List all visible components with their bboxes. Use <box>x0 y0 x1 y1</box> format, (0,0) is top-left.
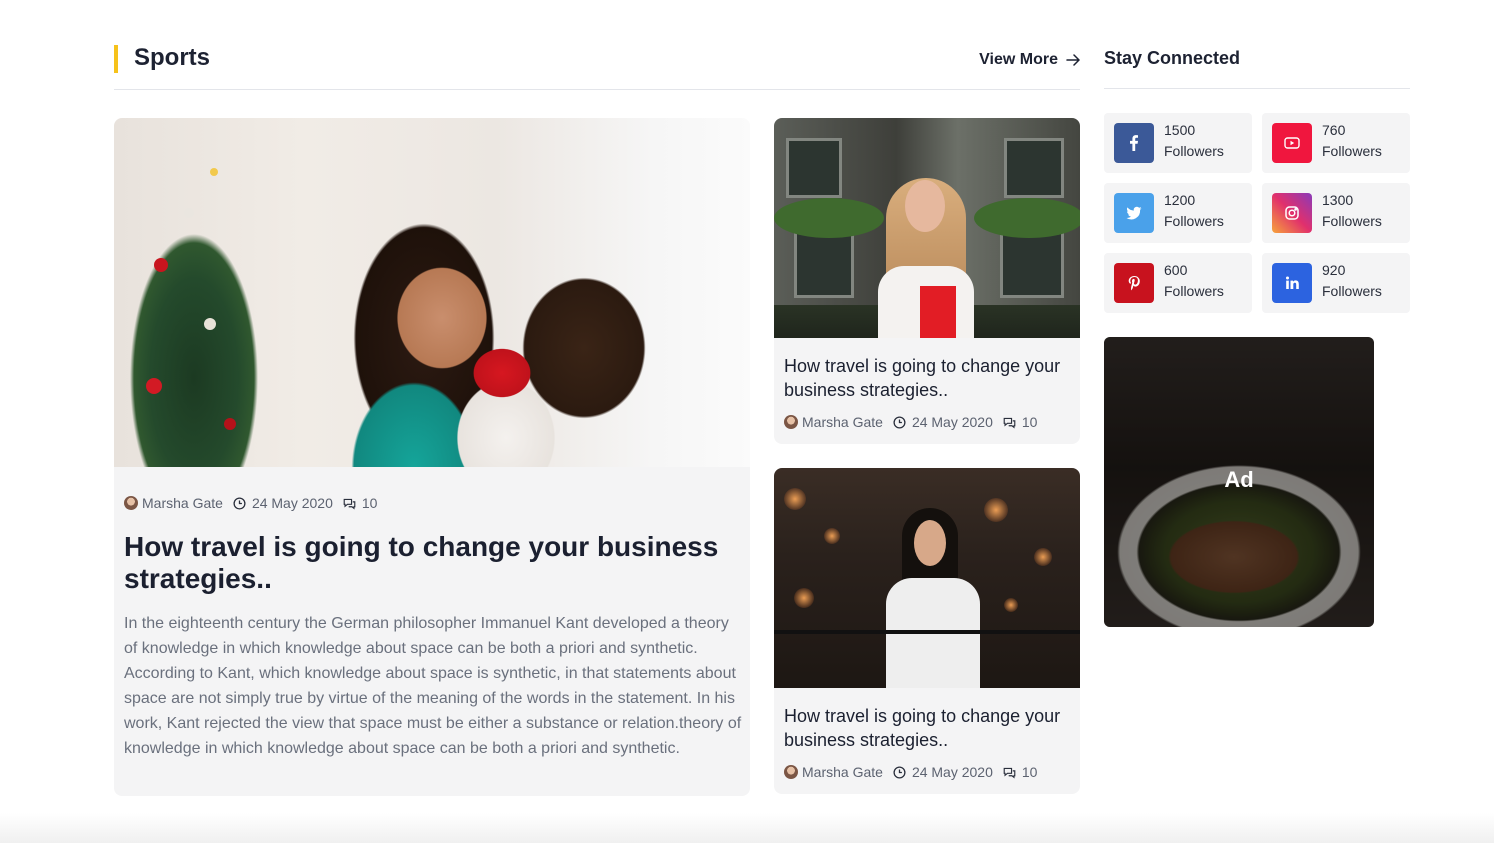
social-count: 920 <box>1322 262 1346 278</box>
comment-count: 10 <box>1021 764 1038 780</box>
view-more-link[interactable]: View More <box>979 51 1080 69</box>
social-count: 600 <box>1164 262 1188 278</box>
date: 24 May 2020 <box>893 764 993 780</box>
author-name: Marsha Gate <box>802 764 883 780</box>
side-article-1-image[interactable] <box>774 118 1080 338</box>
side-article-1-card[interactable]: How travel is going to change your busin… <box>774 338 1080 444</box>
section-title: Sports <box>134 44 211 71</box>
tree-ornament <box>204 318 216 330</box>
side-article-meta: Marsha Gate 24 May 2020 10 <box>784 764 1047 780</box>
main-article-title[interactable]: How travel is going to change your busin… <box>124 531 744 595</box>
social-count: 760 <box>1322 122 1346 138</box>
date-text: 24 May 2020 <box>911 764 993 780</box>
twitter-icon <box>1114 193 1154 233</box>
side-article-title[interactable]: How travel is going to change your busin… <box>784 354 1074 402</box>
main-article-meta: Marsha Gate 24 May 2020 10 <box>124 495 387 511</box>
social-youtube[interactable]: 760 Followers <box>1262 113 1410 173</box>
bokeh-light <box>1004 598 1018 612</box>
comment-count: 10 <box>1021 414 1038 430</box>
comment-icon <box>1003 767 1016 779</box>
main-article-image[interactable] <box>114 118 750 467</box>
date: 24 May 2020 <box>893 414 993 430</box>
instagram-icon <box>1272 193 1312 233</box>
social-count: 1500 <box>1164 122 1196 138</box>
clock-icon <box>233 496 246 510</box>
building-window <box>786 138 842 198</box>
comment-icon <box>343 498 356 510</box>
plants <box>974 198 1080 238</box>
building-window <box>794 228 854 298</box>
date-text: 24 May 2020 <box>911 414 993 430</box>
sidebar-header: Stay Connected <box>1104 40 1410 89</box>
bokeh-light <box>784 488 806 510</box>
social-label: Followers <box>1322 283 1382 299</box>
main-article-card[interactable]: Marsha Gate 24 May 2020 10 How travel is… <box>114 467 750 796</box>
section-accent-bar <box>114 45 118 73</box>
bokeh-light <box>794 588 814 608</box>
social-label: Followers <box>1322 143 1382 159</box>
tree-ornament <box>146 378 162 394</box>
social-label: Followers <box>1164 213 1224 229</box>
social-pinterest[interactable]: 600 Followers <box>1104 253 1252 313</box>
main-article-excerpt: In the eighteenth century the German phi… <box>124 615 742 757</box>
social-label: Followers <box>1322 213 1382 229</box>
facebook-icon <box>1114 123 1154 163</box>
linkedin-icon <box>1272 263 1312 303</box>
author-name: Marsha Gate <box>802 414 883 430</box>
social-count: 1200 <box>1164 192 1196 208</box>
side-article-meta: Marsha Gate 24 May 2020 10 <box>784 414 1047 430</box>
side-article-2-image[interactable] <box>774 468 1080 688</box>
railing <box>774 630 1080 634</box>
clock-icon <box>893 415 906 429</box>
author[interactable]: Marsha Gate <box>124 495 223 511</box>
social-linkedin[interactable]: 920 Followers <box>1262 253 1410 313</box>
section-header: Sports View More <box>114 40 1080 90</box>
author[interactable]: Marsha Gate <box>784 764 883 780</box>
bokeh-light <box>984 498 1008 522</box>
comment-count: 10 <box>361 495 378 511</box>
comments[interactable]: 10 <box>343 495 378 511</box>
view-more-label: View More <box>979 51 1058 68</box>
author-avatar <box>124 496 138 510</box>
tree-ornament <box>184 208 194 218</box>
comment-icon <box>1003 417 1016 429</box>
author-avatar <box>784 415 798 429</box>
woman-face <box>914 520 946 566</box>
side-article-title[interactable]: How travel is going to change your busin… <box>784 704 1074 752</box>
building-window <box>1004 138 1064 198</box>
social-label: Followers <box>1164 143 1224 159</box>
bokeh-light <box>824 528 840 544</box>
shirt-stripe <box>920 286 956 338</box>
ad-banner[interactable]: Ad <box>1104 337 1374 627</box>
side-article-2-card[interactable]: How travel is going to change your busin… <box>774 688 1080 794</box>
ad-label: Ad <box>1224 467 1254 492</box>
social-instagram[interactable]: 1300 Followers <box>1262 183 1410 243</box>
date: 24 May 2020 <box>233 495 333 511</box>
author-name: Marsha Gate <box>142 495 223 511</box>
woman-face <box>905 180 945 232</box>
footer-edge <box>0 813 1494 843</box>
pinterest-icon <box>1114 263 1154 303</box>
clock-icon <box>893 765 906 779</box>
arrow-right-icon <box>1066 54 1080 66</box>
author[interactable]: Marsha Gate <box>784 414 883 430</box>
tree-ornament <box>154 258 168 272</box>
tree-ornament <box>210 168 218 176</box>
plants <box>774 198 884 238</box>
building-window <box>1000 228 1064 298</box>
author-avatar <box>784 765 798 779</box>
sidebar-title: Stay Connected <box>1104 48 1241 68</box>
social-label: Followers <box>1164 283 1224 299</box>
bokeh-light <box>1034 548 1052 566</box>
social-count: 1300 <box>1322 192 1354 208</box>
date-text: 24 May 2020 <box>251 495 333 511</box>
social-twitter[interactable]: 1200 Followers <box>1104 183 1252 243</box>
social-facebook[interactable]: 1500 Followers <box>1104 113 1252 173</box>
youtube-icon <box>1272 123 1312 163</box>
tree-ornament <box>224 418 236 430</box>
comments[interactable]: 10 <box>1003 414 1038 430</box>
comments[interactable]: 10 <box>1003 764 1038 780</box>
